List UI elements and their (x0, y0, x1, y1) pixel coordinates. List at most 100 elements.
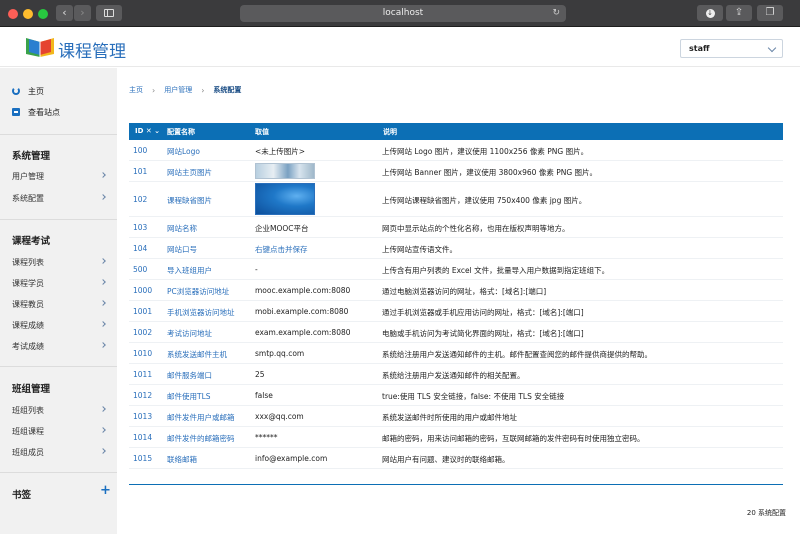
cell-name[interactable]: 网站主页图片 (167, 167, 212, 178)
chevron-right-icon: › (201, 85, 205, 95)
table-row: 100 网站Logo <未上传图片> 上传网站 Logo 图片，建议使用 1100x2… (129, 140, 783, 161)
cell-id[interactable]: 1012 (133, 391, 152, 400)
tab-overview-button[interactable]: ❐ (757, 5, 783, 21)
cell-name[interactable]: 考试访问地址 (167, 328, 212, 339)
sidebar-item-course-grades[interactable]: 课程成绩 (12, 320, 107, 331)
cell-description: 上传含有用户列表的 Excel 文件，批量导入用户数据到指定班组下。 (382, 266, 610, 275)
maximize-window-button[interactable] (38, 9, 48, 19)
cell-id[interactable]: 103 (133, 223, 147, 232)
table-row: 500 导入班组用户 - 上传含有用户列表的 Excel 文件，批量导入用户数据到指定… (129, 259, 783, 280)
minimize-window-button[interactable] (23, 9, 33, 19)
sidebar-item-label: 班组课程 (12, 427, 44, 436)
sidebar-item-label: 系统配置 (12, 194, 44, 203)
cell-name[interactable]: 邮件发件用户或邮箱 (167, 412, 235, 423)
browser-toolbar: ‹ › localhost ↻ ↓ ⇪ ❐ (0, 0, 800, 27)
sidebar-item-course-teachers[interactable]: 课程教员 (12, 299, 107, 310)
chevron-right-icon (100, 279, 106, 285)
cell-id[interactable]: 1013 (133, 412, 152, 421)
book-logo-icon[interactable] (24, 36, 56, 58)
breadcrumb-current: 系统配置 (213, 86, 242, 94)
chevron-right-icon (100, 300, 106, 306)
chevron-right-icon (100, 406, 106, 412)
cell-name[interactable]: PC浏览器访问地址 (167, 286, 229, 297)
cell-value: smtp.qq.com (255, 349, 305, 358)
table-row: 1002 考试访问地址 exam.example.com:8080 电脑或手机访问为考… (129, 322, 783, 343)
cell-name[interactable]: 网站口号 (167, 244, 197, 255)
cell-name[interactable]: 网站Logo (167, 146, 200, 157)
downloads-button[interactable]: ↓ (697, 5, 723, 21)
sidebar-item-course-list[interactable]: 课程列表 (12, 257, 107, 268)
app-title[interactable]: 课程管理 (58, 37, 126, 62)
address-bar[interactable]: localhost ↻ (240, 5, 566, 22)
cell-id[interactable]: 1001 (133, 307, 152, 316)
cell-name[interactable]: 邮件使用TLS (167, 391, 211, 402)
download-icon: ↓ (705, 9, 715, 18)
back-button[interactable]: ‹ (56, 5, 73, 21)
main-content: 主页 › 用户管理 › 系统配置 ID ✕ ⌄ 配置名称 取值 说明 100 网站… (117, 68, 800, 534)
cell-name[interactable]: 联络邮箱 (167, 454, 197, 465)
cell-value: false (255, 391, 273, 400)
cell-id[interactable]: 100 (133, 146, 147, 155)
sidebar-toggle-button[interactable] (96, 5, 122, 21)
sidebar-item-user-management[interactable]: 用户管理 (12, 171, 107, 182)
sidebar-item-group-list[interactable]: 班组列表 (12, 405, 107, 416)
chevron-left-icon: ‹ (62, 6, 67, 19)
section-title-system: 系统管理 (12, 151, 51, 162)
url-text: localhost (382, 8, 424, 18)
forward-button[interactable]: › (74, 5, 91, 21)
add-bookmark-button[interactable]: + (100, 484, 111, 497)
banner-image-thumbnail[interactable] (255, 163, 315, 179)
cell-id[interactable]: 104 (133, 244, 147, 253)
sidebar-item-group-courses[interactable]: 班组课程 (12, 426, 107, 437)
role-select[interactable]: staff (680, 39, 783, 58)
cell-id[interactable]: 1014 (133, 433, 152, 442)
breadcrumb-user-management[interactable]: 用户管理 (164, 85, 192, 95)
cell-id[interactable]: 1002 (133, 328, 152, 337)
cell-name[interactable]: 邮件服务端口 (167, 370, 212, 381)
share-button[interactable]: ⇪ (726, 5, 752, 21)
cell-value: 25 (255, 370, 265, 379)
section-title-groups: 班组管理 (12, 384, 51, 395)
cell-description: 上传网站 Logo 图片，建议使用 1100x256 像素 PNG 图片。 (382, 147, 589, 156)
cell-id[interactable]: 1010 (133, 349, 152, 358)
breadcrumb: 主页 › 用户管理 › 系统配置 (129, 85, 241, 95)
cell-description: 通过电脑浏览器访问的网址，格式：[域名]:[端口] (382, 287, 547, 296)
section-title-courses: 课程考试 (12, 236, 51, 247)
cell-name[interactable]: 手机浏览器访问地址 (167, 307, 235, 318)
table-body: 100 网站Logo <未上传图片> 上传网站 Logo 图片，建议使用 1100x2… (129, 140, 783, 469)
divider (0, 366, 117, 367)
cell-name[interactable]: 课程缺省图片 (167, 195, 212, 206)
view-site-icon (12, 108, 20, 116)
cell-id[interactable]: 101 (133, 167, 147, 176)
sidebar-item-system-config[interactable]: 系统配置 (12, 193, 107, 204)
sidebar-item-course-students[interactable]: 课程学员 (12, 278, 107, 289)
table-header: ID ✕ ⌄ 配置名称 取值 说明 (129, 123, 783, 140)
reload-icon[interactable]: ↻ (552, 5, 560, 22)
close-window-button[interactable] (8, 9, 18, 19)
breadcrumb-home[interactable]: 主页 (129, 85, 143, 95)
cell-id[interactable]: 500 (133, 265, 147, 274)
download-link[interactable]: 右键点击并保存 (255, 244, 308, 255)
sidebar-item-home[interactable]: 主页 (12, 84, 44, 98)
cell-name[interactable]: 网站名称 (167, 223, 197, 234)
chevron-right-icon (100, 194, 106, 200)
cell-description: 上传网站 Banner 图片，建议使用 3800x960 像素 PNG 图片。 (382, 168, 598, 177)
cell-description: 系统发送邮件时所使用的用户或邮件地址 (382, 413, 517, 422)
column-header-id[interactable]: ID ✕ ⌄ (135, 127, 160, 135)
result-count: 20 系统配置 (746, 509, 786, 517)
sidebar-item-label: 课程学员 (12, 279, 44, 288)
cell-id[interactable]: 1011 (133, 370, 152, 379)
table-row: 103 网站名称 企业MOOC平台 网页中显示站点的个性化名称，也用在版权声明等地方。 (129, 217, 783, 238)
cell-name[interactable]: 导入班组用户 (167, 265, 212, 276)
sidebar-item-view-site[interactable]: 查看站点 (12, 105, 60, 119)
cell-value: - (255, 265, 258, 274)
sidebar-item-group-members[interactable]: 班组成员 (12, 447, 107, 458)
cell-name[interactable]: 邮件发件的邮箱密码 (167, 433, 235, 444)
cell-value: exam.example.com:8080 (255, 328, 351, 337)
course-default-image-thumbnail[interactable] (255, 183, 315, 215)
cell-id[interactable]: 1015 (133, 454, 152, 463)
cell-id[interactable]: 1000 (133, 286, 152, 295)
cell-id[interactable]: 102 (133, 195, 147, 204)
cell-name[interactable]: 系统发送邮件主机 (167, 349, 227, 360)
sidebar-item-exam-grades[interactable]: 考试成绩 (12, 341, 107, 352)
